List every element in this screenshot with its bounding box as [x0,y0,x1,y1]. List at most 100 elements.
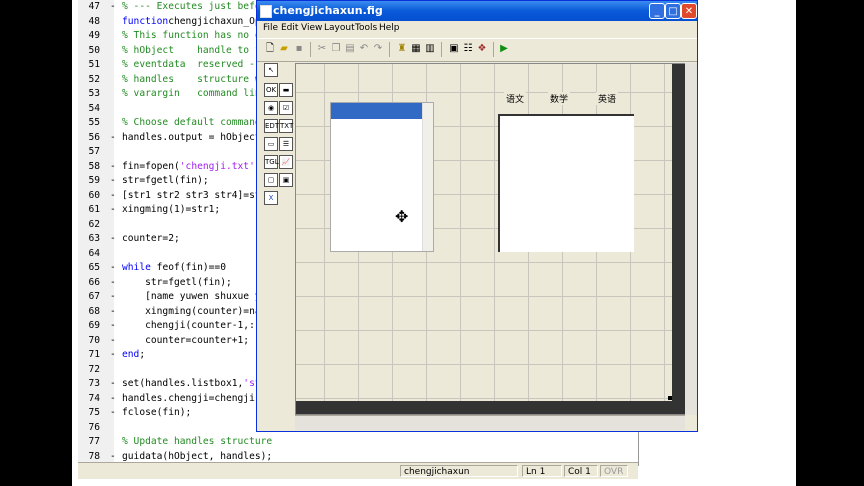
breakpoint-marker[interactable]: - [110,392,116,406]
mfile-editor-icon[interactable]: ▣ [447,42,461,56]
listbox-selected-item[interactable] [331,103,423,119]
code-text[interactable]: while feof(fin)==0 [122,261,226,275]
listbox-scrollbar[interactable] [422,103,433,251]
breakpoint-marker[interactable]: - [110,160,116,174]
radiobutton-tool-icon[interactable]: ◉ [264,101,278,115]
line-number: 62 [88,218,100,230]
menu-bar: File Edit View Layout Tools Help [257,21,697,37]
edit-text-tool-icon[interactable]: EDT [264,119,279,133]
code-text[interactable]: xingming(counter)=nam [122,305,266,319]
menu-layout[interactable]: Layout [324,23,355,33]
code-text[interactable]: set(handles.listbox1,'str [122,377,266,391]
menu-file[interactable]: File [263,23,278,33]
code-text[interactable]: % Update handles structure [122,435,272,449]
panel-tool-icon[interactable]: ▢ [264,173,278,187]
breakpoint-marker[interactable]: - [110,377,116,391]
breakpoint-marker[interactable]: - [110,319,116,333]
new-icon[interactable]: 🗋 [263,42,277,56]
run-icon[interactable]: ▶ [497,42,511,56]
layout-horizontal-scrollbar[interactable] [295,415,685,430]
maximize-button[interactable]: □ [665,3,681,19]
figure-bottom-border[interactable] [296,401,686,414]
togglebutton-tool-icon[interactable]: TGL [264,155,279,169]
code-text[interactable]: % eventdata reserved - t [122,58,266,72]
buttongroup-tool-icon[interactable]: ▣ [279,173,293,187]
code-text[interactable]: str=fgetl(fin); [122,174,209,188]
code-text[interactable]: [str1 str2 str3 str4]=str [122,189,266,203]
axes-tool-icon[interactable]: 📈 [279,155,293,169]
code-text[interactable]: functionchengjichaxun_Op [122,15,261,29]
uitable[interactable] [498,114,634,252]
object-browser-icon[interactable]: ❖ [475,42,489,56]
figure-right-border[interactable] [672,64,686,404]
listbox-tool-icon[interactable]: ☰ [279,137,293,151]
activex-tool-icon[interactable]: X [264,191,278,205]
close-button[interactable]: ✕ [681,3,697,19]
code-text[interactable]: % handles structure wi [122,73,266,87]
menu-tools[interactable]: Tools [355,23,377,33]
line-number: 54 [88,102,100,114]
breakpoint-marker[interactable]: - [110,406,116,420]
open-icon[interactable]: ▰ [277,42,291,56]
code-text[interactable]: xingming(1)=str1; [122,203,220,217]
line-number: 55 [88,117,100,128]
breakpoint-marker[interactable]: - [110,131,116,145]
code-text[interactable]: handles.chengji=chengji; [122,392,261,406]
code-text[interactable]: chengji(counter-1,:)= [122,319,266,333]
copy-icon[interactable]: ❐ [329,42,343,56]
checkbox-tool-icon[interactable]: ☑ [279,101,293,115]
code-text[interactable]: fin=fopen('chengji.txt',' [122,160,266,174]
cut-icon[interactable]: ✂ [315,42,329,56]
code-text[interactable]: % Choose default command [122,116,266,130]
code-text[interactable]: str=fgetl(fin); [122,276,232,290]
code-text[interactable]: counter=2; [122,232,180,246]
save-icon[interactable]: ▪ [292,42,306,56]
layout-area[interactable]: ✥ 语文 数学 英语 [295,63,687,415]
menu-editor-icon[interactable]: ▦ [409,42,423,56]
breakpoint-marker[interactable]: - [110,0,116,14]
code-line[interactable]: 77 % Update handles structure [78,435,638,449]
guide-window[interactable]: chengjichaxun.fig _ □ ✕ File Edit View L… [256,0,698,432]
breakpoint-marker[interactable]: - [110,290,116,304]
line-number: 68 [88,305,100,317]
code-text[interactable]: handles.output = hObject; [122,131,266,145]
static-text-tool-icon[interactable]: TXT [279,119,293,133]
code-text[interactable]: [name yuwen shuxue yi [122,290,266,304]
breakpoint-marker[interactable]: - [110,276,116,290]
line-number: 59 [88,175,100,186]
select-tool-icon[interactable]: ↖ [264,63,278,77]
slider-tool-icon[interactable]: ▬ [279,83,293,97]
code-text[interactable]: % --- Executes just befor [122,0,266,14]
breakpoint-marker[interactable]: - [110,174,116,188]
code-text[interactable]: fclose(fin); [122,406,191,420]
layout-vertical-scrollbar[interactable] [685,63,697,415]
breakpoint-marker[interactable]: - [110,334,116,348]
redo-icon[interactable]: ↷ [371,42,385,56]
code-text[interactable]: % This function has no ou [122,29,266,43]
breakpoint-marker[interactable]: - [110,189,116,203]
listbox1[interactable]: ✥ [330,102,434,252]
breakpoint-marker[interactable]: - [110,203,116,217]
breakpoint-marker[interactable]: - [110,232,116,246]
guide-title-bar[interactable]: chengjichaxun.fig _ □ ✕ [257,1,697,21]
code-text[interactable]: % hObject handle to fi [122,44,266,58]
breakpoint-marker[interactable]: - [110,305,116,319]
undo-icon[interactable]: ↶ [357,42,371,56]
menu-edit[interactable]: Edit [281,23,298,33]
menu-help[interactable]: Help [379,23,400,33]
align-icon[interactable]: ♜ [395,42,409,56]
property-inspector-icon[interactable]: ☷ [461,42,475,56]
breakpoint-marker[interactable]: - [110,261,116,275]
line-number: 63 [88,233,100,244]
code-text[interactable]: end; [122,348,145,362]
popup-menu-tool-icon[interactable]: ▭ [264,137,278,151]
tab-order-icon[interactable]: ▥ [423,42,437,56]
figure-resize-handle[interactable] [668,396,672,400]
minimize-button[interactable]: _ [649,3,665,19]
menu-view[interactable]: View [301,23,322,33]
pushbutton-tool-icon[interactable]: OK [264,83,278,97]
code-text[interactable]: % varargin command line [122,87,266,101]
code-text[interactable]: counter=counter+1; [122,334,249,348]
paste-icon[interactable]: ▤ [343,42,357,56]
breakpoint-marker[interactable]: - [110,348,116,362]
